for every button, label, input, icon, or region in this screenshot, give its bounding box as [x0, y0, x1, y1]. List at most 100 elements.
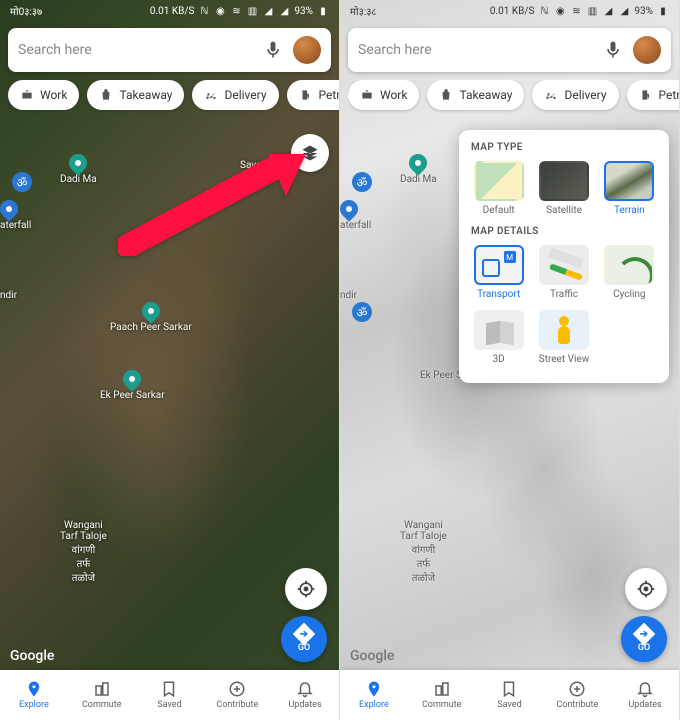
battery-pct: 93% — [294, 6, 313, 17]
tile-traffic[interactable]: Traffic — [536, 245, 591, 300]
chip-work[interactable]: Work — [348, 80, 419, 110]
tile-cycling[interactable]: Cycling — [602, 245, 657, 300]
tile-transport[interactable]: Transport — [471, 245, 526, 300]
tile-terrain[interactable]: Terrain — [602, 161, 657, 216]
poi-waterfall[interactable]: aterfall — [0, 200, 31, 231]
avatar[interactable] — [293, 36, 321, 64]
crosshair-icon — [296, 579, 316, 599]
signal-icon: ◢ — [278, 5, 290, 17]
wifi-icon: ◢ — [262, 5, 274, 17]
nav-commute[interactable]: Commute — [408, 670, 476, 720]
poi-label: ndir — [340, 290, 357, 301]
tile-3d[interactable]: 3D — [471, 310, 526, 365]
battery-icon: ▮ — [317, 5, 329, 17]
nav-explore[interactable]: Explore — [0, 670, 68, 720]
poi-ek-peer[interactable]: Ek Peer Sarkar — [100, 370, 165, 401]
go-button[interactable]: ➔ GO — [281, 616, 327, 662]
bookmark-icon — [500, 680, 518, 698]
battery-pct: 93% — [634, 6, 653, 17]
tile-label: Terrain — [614, 205, 645, 216]
chip-takeaway[interactable]: Takeaway — [87, 80, 184, 110]
mic-icon[interactable] — [263, 40, 283, 60]
poi-waterfall[interactable]: aterfall — [340, 200, 371, 231]
nav-contribute[interactable]: Contribute — [543, 670, 611, 720]
chip-petrol[interactable]: Petrol — [287, 80, 339, 110]
locate-button[interactable] — [285, 568, 327, 610]
chip-work[interactable]: Work — [8, 80, 79, 110]
chip-takeaway[interactable]: Takeaway — [427, 80, 524, 110]
location-icon: ◉ — [214, 5, 226, 17]
thumb-3d-icon — [474, 310, 524, 350]
tile-street-view[interactable]: Street View — [536, 310, 591, 365]
map-details-row-1: Transport Traffic Cycling — [471, 245, 657, 300]
nav-label: Explore — [19, 700, 49, 710]
crosshair-icon — [636, 579, 656, 599]
poi-label: Dadi Ma — [400, 174, 437, 185]
panel-title-type: MAP TYPE — [471, 142, 657, 153]
nav-saved[interactable]: Saved — [136, 670, 204, 720]
nav-explore[interactable]: Explore — [340, 670, 408, 720]
chip-delivery[interactable]: Delivery — [532, 80, 618, 110]
plus-circle-icon — [568, 680, 586, 698]
bookmark-icon — [160, 680, 178, 698]
thumb-transport-icon — [474, 245, 524, 285]
chip-delivery[interactable]: Delivery — [192, 80, 278, 110]
data-rate: 0.01 KB/S — [150, 6, 195, 17]
chip-label: Delivery — [564, 88, 606, 102]
poi-dadi-ma[interactable]: Dadi Ma — [60, 154, 97, 185]
status-bar: मो३:३८ 0.01 KB/S ℕ ◉ ≋ ▥ ◢ ◢ 93% ▮ — [340, 0, 679, 22]
thumb-default-icon — [474, 161, 524, 201]
search-bar[interactable]: Search here — [348, 28, 671, 72]
locate-button[interactable] — [625, 568, 667, 610]
poi-dadi-ma[interactable]: Dadi Ma — [400, 154, 437, 185]
status-icons: 0.01 KB/S ℕ ◉ ≋ ▥ ◢ ◢ 93% ▮ — [150, 5, 329, 17]
chip-label: Work — [380, 88, 407, 102]
search-bar[interactable]: Search here — [8, 28, 331, 72]
signal-icon: ◢ — [618, 5, 630, 17]
pin-icon — [25, 680, 43, 698]
chip-row[interactable]: Work Takeaway Delivery Petrol — [8, 80, 339, 114]
poi-label: ndir — [0, 290, 17, 301]
sim-icon: ▥ — [246, 5, 258, 17]
nav-saved[interactable]: Saved — [476, 670, 544, 720]
tile-default[interactable]: Default — [471, 161, 526, 216]
mic-icon[interactable] — [603, 40, 623, 60]
nav-updates[interactable]: Updates — [271, 670, 339, 720]
status-time: मो३:३८ — [350, 4, 377, 18]
poi-wangani[interactable]: Wangani Tarf Taloje वांगणी तर्फ तळोजे — [60, 520, 107, 584]
briefcase-icon — [360, 88, 374, 102]
tile-satellite[interactable]: Satellite — [536, 161, 591, 216]
chip-petrol[interactable]: Petrol — [627, 80, 679, 110]
poi-ndir[interactable]: ndir — [340, 290, 357, 301]
nav-updates[interactable]: Updates — [611, 670, 679, 720]
bag-icon — [439, 88, 453, 102]
poi-paach[interactable]: Paach Peer Sarkar — [110, 302, 192, 333]
nav-contribute[interactable]: Contribute — [203, 670, 271, 720]
annotation-arrow — [118, 146, 308, 260]
nav-label: Contribute — [556, 700, 598, 710]
tile-label: Traffic — [550, 289, 578, 300]
tile-label: Default — [483, 205, 515, 216]
tile-label: 3D — [493, 354, 505, 365]
thumb-traffic-icon — [539, 245, 589, 285]
poi-label: Wangani Tarf Taloje वांगणी तर्फ तळोजे — [60, 520, 107, 584]
go-button[interactable]: ➔ GO — [621, 616, 667, 662]
bottom-nav: Explore Commute Saved Contribute Updates — [0, 670, 339, 720]
vibrate-icon: ≋ — [570, 5, 582, 17]
temple-icon[interactable]: ॐ — [352, 172, 372, 192]
temple-icon[interactable]: ॐ — [12, 172, 32, 192]
avatar[interactable] — [633, 36, 661, 64]
poi-wangani[interactable]: Wangani Tarf Taloje वांगणी तर्फ तळोजे — [400, 520, 447, 584]
nav-commute[interactable]: Commute — [68, 670, 136, 720]
poi-ndir[interactable]: ndir — [0, 290, 17, 301]
thumb-satellite-icon — [539, 161, 589, 201]
chip-row[interactable]: Work Takeaway Delivery Petrol — [348, 80, 679, 114]
building-icon — [433, 680, 451, 698]
poi-label: aterfall — [0, 220, 31, 231]
pump-icon — [299, 88, 313, 102]
nfc-icon: ℕ — [198, 5, 210, 17]
nav-label: Explore — [359, 700, 389, 710]
nfc-icon: ℕ — [538, 5, 550, 17]
temple-icon[interactable]: ॐ — [352, 302, 372, 322]
poi-label: Dadi Ma — [60, 174, 97, 185]
